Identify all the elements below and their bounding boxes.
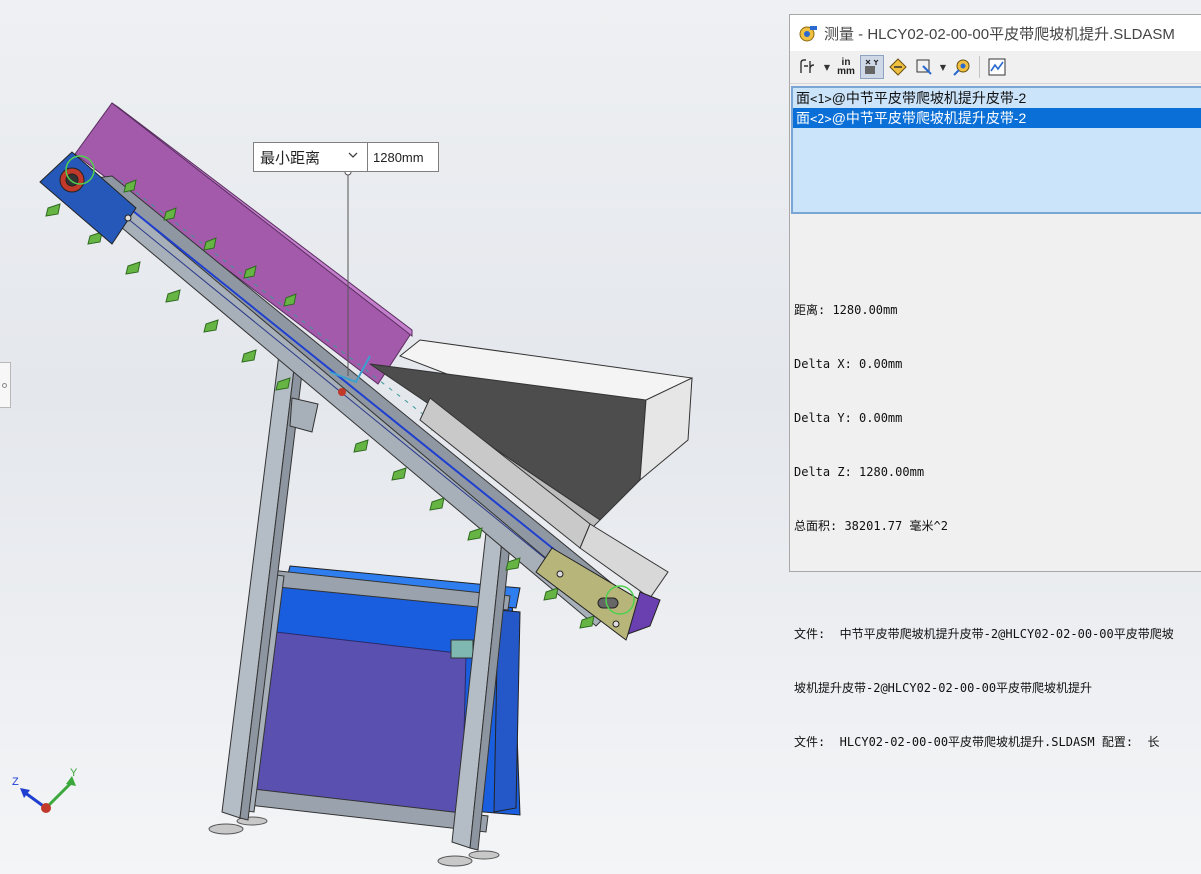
triad-y-label: Y xyxy=(70,767,78,779)
toolbar-separator xyxy=(979,56,980,78)
projection-dropdown[interactable]: ▼ xyxy=(938,55,948,79)
arc-options-icon xyxy=(800,59,815,73)
units-label-bottom: mm xyxy=(837,66,855,77)
measure-history-icon xyxy=(953,59,970,76)
result-distance: 距离: 1280.00mm xyxy=(794,303,898,317)
xyz-measure-icon xyxy=(865,59,879,74)
result-total-area: 总面积: 38201.77 毫米^2 xyxy=(794,519,948,533)
selection-item-2[interactable]: 面<2>@中节平皮带爬坡机提升皮带-2 xyxy=(793,108,1201,128)
projection-icon xyxy=(916,59,932,75)
chevron-down-icon xyxy=(348,152,358,158)
results-spacer xyxy=(794,571,1201,589)
selection-item-1[interactable]: 面<1>@中节平皮带爬坡机提升皮带-2 xyxy=(793,88,1201,108)
view-triad: Z Y xyxy=(12,767,78,813)
measure-toolbar: ▼ in mm ▼ xyxy=(790,51,1201,84)
result-delta-x: Delta X: 0.00mm xyxy=(794,357,903,371)
triad-z-label: Z xyxy=(12,776,19,788)
measure-mode-dropdown[interactable]: 最小距离 xyxy=(254,143,368,171)
measure-mode-label: 最小距离 xyxy=(260,149,321,167)
result-delta-z: Delta Z: 1280.00mm xyxy=(794,465,925,479)
arc-options-dropdown[interactable]: ▼ xyxy=(822,55,832,79)
result-file-line-3: 文件: HLCY02-02-00-00平皮带爬坡机提升.SLDASM 配置: 长 xyxy=(794,735,1160,749)
measure-history-button[interactable] xyxy=(950,55,974,79)
result-delta-y: Delta Y: 0.00mm xyxy=(794,411,903,425)
dimension-value: 1280mm xyxy=(373,149,424,165)
dialog-title-bar[interactable]: 测量 - HLCY02-02-00-00平皮带爬坡机提升.SLDASM xyxy=(790,15,1201,51)
sensor-graph-icon xyxy=(988,58,1006,76)
point-to-point-icon xyxy=(889,58,907,76)
measure-dialog[interactable]: 测量 - HLCY02-02-00-00平皮带爬坡机提升.SLDASM ▼ in… xyxy=(789,14,1201,749)
dimension-callout: 最小距离 1280mm xyxy=(253,142,439,172)
measure-results: 距离: 1280.00mm Delta X: 0.00mm Delta Y: 0… xyxy=(794,265,1201,787)
show-xyz-button[interactable] xyxy=(860,55,884,79)
result-file-line-2: 坡机提升皮带-2@HLCY02-02-00-00平皮带爬坡机提升 xyxy=(794,681,1093,695)
projection-button[interactable] xyxy=(912,55,936,79)
result-file-line-1: 文件: 中节平皮带爬坡机提升皮带-2@HLCY02-02-00-00平皮带爬坡 xyxy=(794,627,1174,641)
point-to-point-button[interactable] xyxy=(886,55,910,79)
dialog-title: 测量 - HLCY02-02-00-00平皮带爬坡机提升.SLDASM xyxy=(824,25,1175,43)
measure-tape-icon xyxy=(799,26,817,42)
create-sensor-button[interactable] xyxy=(985,55,1009,79)
arc-circle-options-button[interactable] xyxy=(796,55,820,79)
panel-edge-handle[interactable] xyxy=(0,362,11,408)
units-precision-button[interactable]: in mm xyxy=(834,55,858,79)
selection-list[interactable]: 面<1>@中节平皮带爬坡机提升皮带-2 面<2>@中节平皮带爬坡机提升皮带-2 xyxy=(791,86,1201,214)
